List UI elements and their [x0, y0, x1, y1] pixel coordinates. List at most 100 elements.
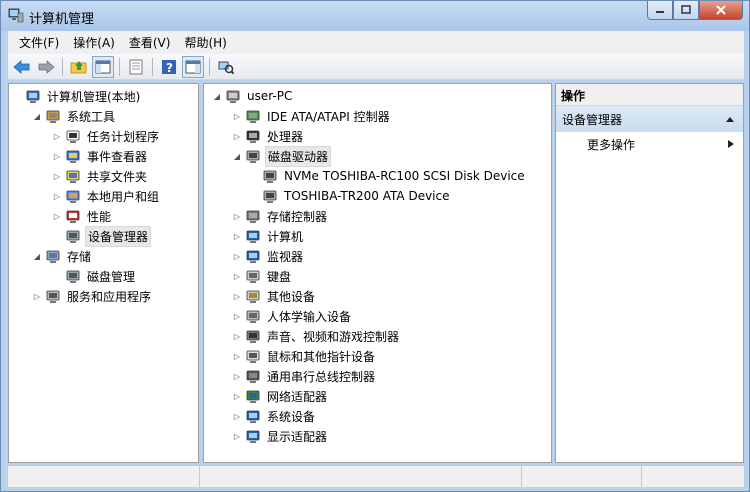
device-category[interactable]: ▷ 键盘 [232, 266, 293, 286]
expand-arrow-icon[interactable]: ▷ [232, 352, 242, 361]
more-actions-item[interactable]: 更多操作 [556, 132, 743, 156]
collapse-arrow-icon[interactable]: ◢ [32, 252, 42, 261]
device-tree-root[interactable]: ◢ user-PC [212, 86, 294, 106]
console-tree-item[interactable]: 设备管理器 [52, 225, 152, 247]
collapse-up-icon[interactable] [725, 115, 735, 123]
menu-item-1[interactable]: 操作(A) [66, 34, 122, 51]
tree-item-label: 网络适配器 [267, 389, 328, 404]
device-tree-pane[interactable]: ◢ user-PC ▷ IDE ATA/ATAPI 控制器 ▷ 处理器 ◢ 磁盘驱动器 NVMe… [203, 83, 552, 463]
expand-arrow-icon[interactable]: ▷ [232, 332, 242, 341]
help-button[interactable]: ? [158, 56, 180, 78]
expand-arrow-icon[interactable]: ▷ [232, 112, 242, 121]
expand-arrow-icon[interactable]: ▷ [52, 212, 62, 221]
expand-arrow-icon[interactable]: ▷ [32, 292, 42, 301]
tree-icon-wrap [245, 348, 261, 364]
tree-icon-wrap [245, 268, 261, 284]
device-category[interactable]: ▷ 声音、视频和游戏控制器 [232, 326, 401, 346]
device-item[interactable]: TOSHIBA-TR200 ATA Device [249, 186, 452, 206]
tree-item-label: 计算机 [267, 229, 304, 244]
device-category[interactable]: ◢ 磁盘驱动器 [232, 145, 332, 167]
console-tree-item[interactable]: ▷ 任务计划程序 [52, 126, 161, 146]
tree-icon-wrap [45, 108, 61, 124]
tree-icon-wrap [65, 188, 81, 204]
expand-arrow-icon[interactable]: ▷ [52, 172, 62, 181]
device-category[interactable]: ▷ 网络适配器 [232, 386, 329, 406]
disk-device-icon [263, 190, 277, 203]
console-tree-item[interactable]: ▷ 服务和应用程序 [32, 286, 153, 306]
device-item[interactable]: NVMe TOSHIBA-RC100 SCSI Disk Device [249, 166, 527, 186]
show-hide-console-tree-button[interactable] [92, 55, 114, 78]
device-category[interactable]: ▷ 处理器 [232, 126, 305, 146]
title-bar[interactable]: 计算机管理 [1, 1, 749, 31]
up-level-button[interactable] [68, 56, 90, 78]
tree-icon-wrap [245, 208, 261, 224]
window-title: 计算机管理 [29, 12, 95, 27]
console-tree-pane[interactable]: 计算机管理(本地) ◢ 系统工具 ▷ 任务计划程序 ▷ 事件查看器 ▷ 共享文件夹 ▷ 本地用户和组… [8, 83, 199, 463]
collapse-arrow-icon[interactable]: ◢ [32, 112, 42, 121]
tree-icon-wrap [245, 248, 261, 264]
toolbar-separator [62, 57, 63, 76]
shared-folders-icon [66, 170, 80, 183]
tree-item-label: 设备管理器 [85, 225, 152, 247]
tree-item-label: user-PC [247, 89, 293, 103]
actions-section-device-manager[interactable]: 设备管理器 [556, 106, 743, 132]
storage-icon [46, 250, 60, 263]
expand-arrow-icon[interactable]: ▷ [232, 212, 242, 221]
expand-arrow-icon[interactable]: ▷ [52, 152, 62, 161]
device-category[interactable]: ▷ 计算机 [232, 226, 305, 246]
console-tree-item[interactable]: ▷ 性能 [52, 206, 113, 226]
tree-item-label: 键盘 [267, 269, 292, 284]
tree-icon-wrap [245, 308, 261, 324]
minimize-button[interactable] [647, 1, 673, 20]
expand-arrow-icon[interactable]: ▷ [232, 132, 242, 141]
device-category[interactable]: ▷ 通用串行总线控制器 [232, 366, 377, 386]
expand-arrow-icon[interactable]: ▷ [232, 372, 242, 381]
expand-arrow-icon[interactable]: ▷ [52, 132, 62, 141]
scan-hardware-button[interactable] [215, 56, 237, 78]
collapse-arrow-icon[interactable]: ◢ [212, 92, 222, 101]
console-tree-item[interactable]: ▷ 本地用户和组 [52, 186, 161, 206]
console-tree-item[interactable]: ◢ 存储 [32, 246, 93, 266]
device-category[interactable]: ▷ 人体学输入设备 [232, 306, 353, 326]
properties-button[interactable] [125, 56, 147, 78]
console-tree-item[interactable]: 磁盘管理 [52, 266, 137, 286]
expand-arrow-icon[interactable]: ▷ [232, 412, 242, 421]
device-category[interactable]: ▷ 其他设备 [232, 286, 317, 306]
maximize-icon [681, 5, 691, 14]
expand-arrow-icon[interactable]: ▷ [232, 312, 242, 321]
tree-item-label: 系统设备 [267, 409, 316, 424]
expand-arrow-icon[interactable]: ▷ [232, 392, 242, 401]
device-category[interactable]: ▷ IDE ATA/ATAPI 控制器 [232, 106, 392, 126]
device-category[interactable]: ▷ 存储控制器 [232, 206, 329, 226]
computer-root-icon [226, 90, 240, 103]
console-tree-item[interactable]: ▷ 事件查看器 [52, 146, 149, 166]
console-tree-item[interactable]: ▷ 共享文件夹 [52, 166, 149, 186]
expand-arrow-icon[interactable]: ▷ [52, 192, 62, 201]
expand-arrow-icon[interactable]: ▷ [232, 252, 242, 261]
menu-item-3[interactable]: 帮助(H) [177, 34, 233, 51]
expand-arrow-icon[interactable]: ▷ [232, 292, 242, 301]
show-hide-tree-icon [95, 60, 111, 73]
expand-arrow-icon[interactable]: ▷ [232, 432, 242, 441]
menu-item-2[interactable]: 查看(V) [122, 34, 178, 51]
expand-arrow-icon[interactable]: ▷ [232, 272, 242, 281]
collapse-arrow-icon[interactable]: ◢ [232, 152, 242, 161]
console-tree-item[interactable]: ◢ 系统工具 [32, 106, 117, 126]
device-category[interactable]: ▷ 监视器 [232, 246, 305, 266]
show-hide-action-pane-button[interactable] [182, 55, 204, 78]
expand-arrow-icon[interactable]: ▷ [232, 232, 242, 241]
forward-button[interactable] [35, 56, 57, 78]
maximize-button[interactable] [673, 1, 699, 20]
menu-item-0[interactable]: 文件(F) [12, 34, 66, 51]
disk-drive-icon [246, 150, 260, 163]
device-category[interactable]: ▷ 系统设备 [232, 406, 317, 426]
disk-device-icon [263, 170, 277, 183]
tree-icon-wrap [245, 408, 261, 424]
status-cell [522, 466, 642, 487]
back-button[interactable] [11, 56, 33, 78]
tree-icon-wrap [245, 328, 261, 344]
device-category[interactable]: ▷ 显示适配器 [232, 426, 329, 446]
console-tree-item[interactable]: 计算机管理(本地) [12, 86, 142, 106]
close-button[interactable] [699, 1, 743, 20]
device-category[interactable]: ▷ 鼠标和其他指针设备 [232, 346, 377, 366]
